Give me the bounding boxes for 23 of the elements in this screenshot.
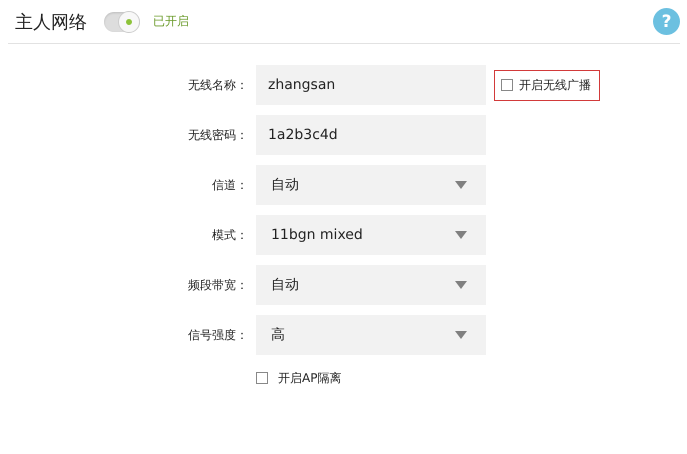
- field-label: 信号强度：: [188, 326, 248, 344]
- input-field[interactable]: 1a2b3c4d: [256, 115, 486, 155]
- field-label: 模式：: [212, 226, 248, 244]
- checkbox[interactable]: [256, 372, 268, 384]
- caret-icon: [455, 231, 467, 239]
- checkbox[interactable]: [501, 79, 513, 91]
- page-title: 主人网络: [15, 10, 87, 34]
- caret-icon: [455, 181, 467, 189]
- field-label: 无线密码：: [188, 126, 248, 144]
- dropdown[interactable]: 自动: [256, 265, 486, 305]
- dropdown[interactable]: 11bgn mixed: [256, 215, 486, 255]
- toggle-switch[interactable]: [104, 12, 140, 32]
- dropdown[interactable]: 高: [256, 315, 486, 355]
- status-text: 已开启: [153, 13, 189, 30]
- broadcast-checkbox[interactable]: 开启无线广播: [494, 70, 600, 100]
- caret-icon: [455, 331, 467, 339]
- dropdown[interactable]: 自动: [256, 165, 486, 205]
- field-label: 频段带宽：: [188, 276, 248, 294]
- field-label: 无线名称：: [188, 76, 248, 94]
- input-field[interactable]: zhangsan: [256, 65, 486, 105]
- caret-icon: [455, 281, 467, 289]
- field-label: 信道：: [212, 176, 248, 194]
- ap-isolation-checkbox[interactable]: 开启AP隔离: [256, 370, 342, 386]
